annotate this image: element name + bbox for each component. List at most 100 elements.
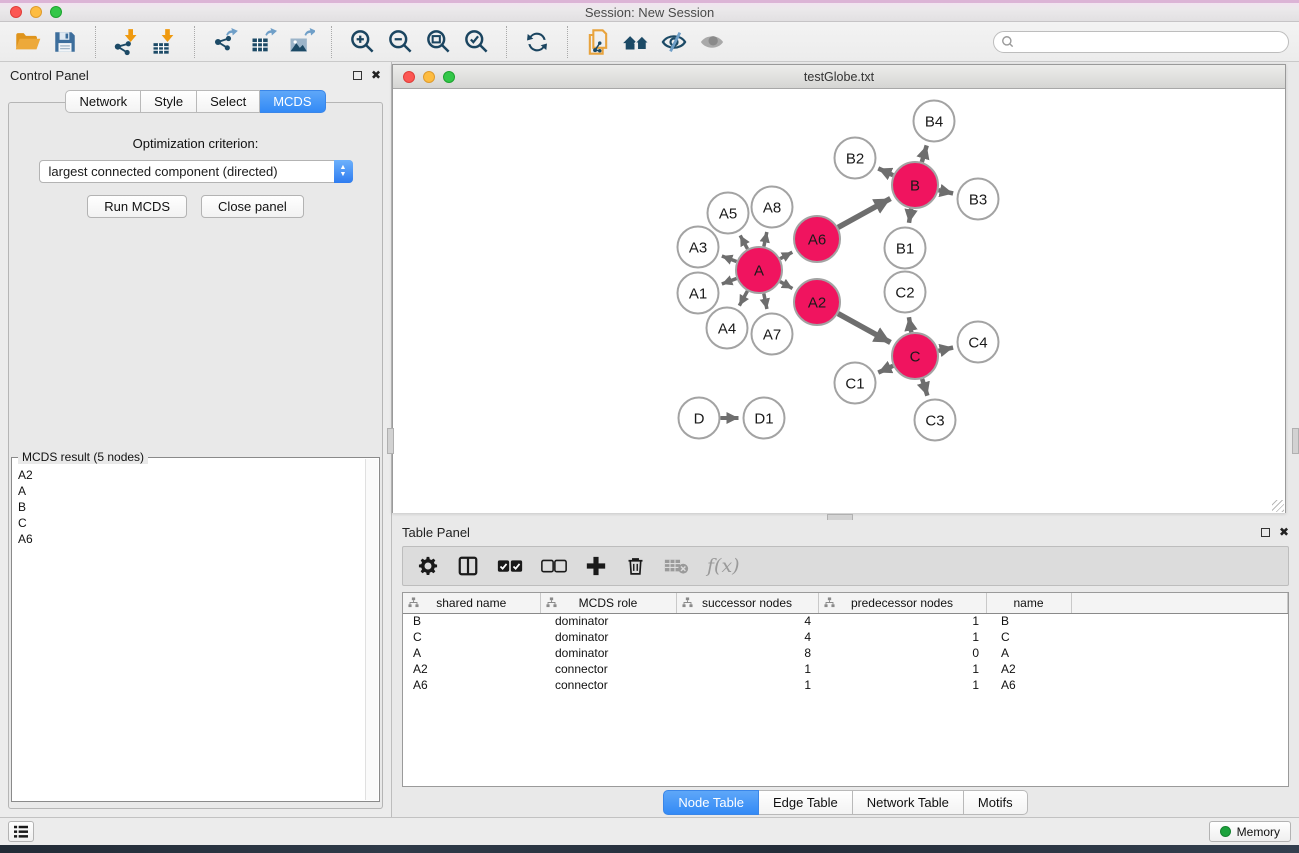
edge-B-B2[interactable]	[878, 168, 893, 175]
column-header-successor-nodes[interactable]: successor nodes	[676, 593, 818, 613]
mcds-result-item[interactable]: A	[18, 483, 379, 499]
table-cell[interactable]: A2	[986, 661, 1071, 677]
zoom-in-button[interactable]	[345, 26, 379, 58]
control-tab-style[interactable]: Style	[141, 90, 197, 113]
table-cell[interactable]: C	[403, 629, 540, 645]
edge-C-C4[interactable]	[938, 348, 953, 351]
table-row[interactable]: Adominator80A	[403, 645, 1288, 661]
table-cell[interactable]: dominator	[540, 629, 676, 645]
import-network-button[interactable]	[109, 26, 143, 58]
refresh-layout-button[interactable]	[520, 26, 554, 58]
table-cell[interactable]: A2	[403, 661, 540, 677]
mcds-result-item[interactable]: A2	[18, 467, 379, 483]
column-header-predecessor-nodes[interactable]: predecessor nodes	[818, 593, 986, 613]
float-panel-icon[interactable]	[353, 71, 362, 80]
float-table-panel-icon[interactable]	[1261, 528, 1270, 537]
result-scrollbar[interactable]	[365, 459, 378, 800]
edge-A6-B[interactable]	[838, 199, 890, 228]
table-cell[interactable]: 1	[676, 677, 818, 693]
select-all-columns-button[interactable]	[497, 552, 523, 580]
table-row[interactable]: A2connector11A2	[403, 661, 1288, 677]
table-cell[interactable]: 8	[676, 645, 818, 661]
edge-A-A1[interactable]	[722, 278, 737, 284]
memory-button[interactable]: Memory	[1209, 821, 1291, 842]
mcds-result-item[interactable]: B	[18, 499, 379, 515]
edge-A-A2[interactable]	[780, 282, 792, 289]
home-view-button[interactable]	[619, 26, 653, 58]
node-table[interactable]: shared nameMCDS rolesuccessor nodesprede…	[403, 593, 1288, 693]
control-tab-mcds[interactable]: MCDS	[260, 90, 325, 113]
search-input[interactable]	[993, 31, 1289, 53]
run-mcds-button[interactable]: Run MCDS	[87, 195, 187, 218]
edge-C-C1[interactable]	[878, 366, 893, 373]
settings-gear-button[interactable]	[417, 552, 439, 580]
edge-B-B4[interactable]	[922, 145, 927, 162]
function-builder-button[interactable]: f(x)	[707, 552, 740, 580]
table-cell[interactable]: 4	[676, 613, 818, 629]
table-cell[interactable]: C	[986, 629, 1071, 645]
edge-A-A3[interactable]	[722, 256, 737, 262]
table-cell[interactable]: B	[403, 613, 540, 629]
open-session-button[interactable]	[10, 26, 44, 58]
zoom-out-button[interactable]	[383, 26, 417, 58]
table-cell[interactable]: 1	[818, 677, 986, 693]
edge-B-B1[interactable]	[909, 209, 911, 223]
window-resize-grip[interactable]	[1272, 500, 1284, 512]
column-selector-button[interactable]	[457, 552, 479, 580]
edge-C-C3[interactable]	[922, 379, 927, 396]
edge-A-A5[interactable]	[740, 235, 747, 249]
network-graph[interactable]: AA1A2A3A4A5A6A7A8BB1B2B3B4CC1C2C3C4DD1	[393, 89, 1285, 513]
edge-A-A7[interactable]	[764, 294, 767, 309]
control-tab-select[interactable]: Select	[197, 90, 260, 113]
table-cell[interactable]: A6	[403, 677, 540, 693]
delete-column-button[interactable]	[625, 552, 646, 580]
table-tab-network-table[interactable]: Network Table	[853, 790, 964, 815]
splitter-handle-left[interactable]	[387, 428, 394, 454]
clone-network-button[interactable]	[581, 26, 615, 58]
close-table-panel-icon[interactable]: ✖	[1279, 526, 1289, 538]
table-cell[interactable]: connector	[540, 677, 676, 693]
delete-table-button[interactable]	[664, 552, 689, 580]
export-network-button[interactable]	[208, 26, 242, 58]
table-row[interactable]: A6connector11A6	[403, 677, 1288, 693]
table-cell[interactable]: 1	[818, 661, 986, 677]
table-cell[interactable]: 4	[676, 629, 818, 645]
edge-A-A6[interactable]	[780, 252, 792, 258]
export-table-button[interactable]	[246, 26, 280, 58]
import-table-button[interactable]	[147, 26, 181, 58]
table-cell[interactable]: 1	[818, 613, 986, 629]
table-cell[interactable]: dominator	[540, 645, 676, 661]
add-column-button[interactable]	[585, 552, 607, 580]
table-cell[interactable]: 1	[818, 629, 986, 645]
table-tab-node-table[interactable]: Node Table	[663, 790, 759, 815]
export-image-button[interactable]	[284, 26, 318, 58]
table-row[interactable]: Bdominator41B	[403, 613, 1288, 629]
table-row[interactable]: Cdominator41C	[403, 629, 1288, 645]
column-header-shared-name[interactable]: shared name	[403, 593, 540, 613]
close-panel-icon[interactable]: ✖	[371, 69, 381, 81]
close-panel-button[interactable]: Close panel	[201, 195, 304, 218]
control-tab-network[interactable]: Network	[65, 90, 141, 113]
table-cell[interactable]: 0	[818, 645, 986, 661]
table-cell[interactable]: A6	[986, 677, 1071, 693]
edge-A-A8[interactable]	[764, 232, 767, 247]
column-header-name[interactable]: name	[986, 593, 1071, 613]
splitter-handle-right[interactable]	[1292, 428, 1299, 454]
edge-A-A4[interactable]	[739, 291, 747, 306]
table-tab-motifs[interactable]: Motifs	[964, 790, 1028, 815]
table-cell[interactable]: B	[986, 613, 1071, 629]
edge-B-B3[interactable]	[938, 190, 953, 193]
mcds-result-item[interactable]: A6	[18, 531, 379, 547]
table-tab-edge-table[interactable]: Edge Table	[759, 790, 853, 815]
network-window-titlebar[interactable]: testGlobe.txt	[393, 65, 1285, 89]
hide-detail-button[interactable]	[657, 26, 691, 58]
table-cell[interactable]: A	[986, 645, 1071, 661]
column-header-MCDS-role[interactable]: MCDS role	[540, 593, 676, 613]
mcds-result-item[interactable]: C	[18, 515, 379, 531]
save-session-button[interactable]	[48, 26, 82, 58]
edge-C-C2[interactable]	[909, 317, 911, 332]
table-cell[interactable]: A	[403, 645, 540, 661]
table-cell[interactable]: connector	[540, 661, 676, 677]
optimization-criterion-select[interactable]: largest connected component (directed) ▲…	[39, 160, 353, 183]
table-cell[interactable]: 1	[676, 661, 818, 677]
